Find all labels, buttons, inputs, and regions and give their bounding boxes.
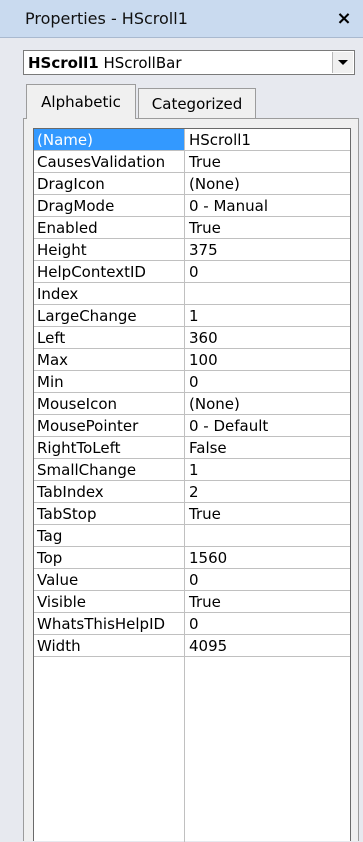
property-value[interactable]: 0 — [189, 571, 199, 589]
property-name: Top — [37, 549, 63, 567]
property-name: Visible — [37, 593, 86, 611]
property-name: Enabled — [37, 219, 98, 237]
property-name: CausesValidation — [37, 153, 166, 171]
property-name: TabIndex — [37, 483, 104, 501]
property-value[interactable]: True — [189, 219, 221, 237]
property-name: WhatsThisHelpID — [37, 615, 166, 633]
object-name: HScroll1 — [28, 54, 99, 72]
property-name: Value — [37, 571, 79, 589]
property-name: TabStop — [37, 505, 97, 523]
property-row[interactable]: SmallChange 1 — [34, 459, 350, 481]
property-row[interactable]: Top 1560 — [34, 547, 350, 569]
property-row[interactable]: Left 360 — [34, 327, 350, 349]
property-value[interactable]: 0 - Manual — [189, 197, 268, 215]
property-name: MouseIcon — [37, 395, 118, 413]
property-row[interactable]: (Name) HScroll1 — [34, 129, 350, 151]
property-value[interactable]: 0 — [189, 615, 199, 633]
title-bar: Properties - HScroll1 × — [0, 0, 363, 38]
property-name: Width — [37, 637, 81, 655]
object-type: HScrollBar — [103, 54, 182, 72]
property-row[interactable]: Value 0 — [34, 569, 350, 591]
property-row[interactable]: DragIcon (None) — [34, 173, 350, 195]
property-value[interactable]: 2 — [189, 483, 199, 501]
property-value[interactable]: 0 - Default — [189, 417, 268, 435]
property-value[interactable]: 1 — [189, 461, 199, 479]
property-name: DragMode — [37, 197, 115, 215]
property-grid: (Name) HScroll1 CausesValidation True DragIc… — [33, 128, 351, 842]
property-row[interactable]: DragMode 0 - Manual — [34, 195, 350, 217]
property-value[interactable]: 1 — [189, 307, 199, 325]
property-name: MousePointer — [37, 417, 139, 435]
property-value[interactable]: 4095 — [189, 637, 227, 655]
object-selector-dropdown[interactable]: HScroll1 HScrollBar — [23, 50, 355, 75]
property-value[interactable]: 360 — [189, 329, 218, 347]
property-row[interactable]: Width 4095 — [34, 635, 350, 657]
property-value[interactable]: HScroll1 — [189, 131, 251, 149]
property-row[interactable]: TabStop True — [34, 503, 350, 525]
property-row[interactable]: RightToLeft False — [34, 437, 350, 459]
property-row[interactable]: Max 100 — [34, 349, 350, 371]
property-name: Tag — [37, 527, 63, 545]
property-row[interactable]: Visible True — [34, 591, 350, 613]
property-row[interactable]: Min 0 — [34, 371, 350, 393]
property-name: Height — [37, 241, 87, 259]
property-row[interactable]: TabIndex 2 — [34, 481, 350, 503]
property-row[interactable]: MousePointer 0 - Default — [34, 415, 350, 437]
property-row[interactable]: Index — [34, 283, 350, 305]
property-name: DragIcon — [37, 175, 105, 193]
property-value[interactable]: 1560 — [189, 549, 227, 567]
property-value[interactable]: True — [189, 593, 221, 611]
property-value[interactable]: True — [189, 505, 221, 523]
property-name: SmallChange — [37, 461, 137, 479]
property-name: (Name) — [37, 131, 93, 149]
property-row[interactable]: Tag — [34, 525, 350, 547]
property-row[interactable]: LargeChange 1 — [34, 305, 350, 327]
property-row[interactable]: Height 375 — [34, 239, 350, 261]
property-value[interactable]: 375 — [189, 241, 218, 259]
property-row[interactable]: MouseIcon (None) — [34, 393, 350, 415]
property-value[interactable]: 0 — [189, 373, 199, 391]
property-row[interactable]: CausesValidation True — [34, 151, 350, 173]
property-name: RightToLeft — [37, 439, 121, 457]
property-name: HelpContextID — [37, 263, 146, 281]
property-name: Min — [37, 373, 64, 391]
close-icon[interactable]: × — [333, 7, 355, 29]
property-value[interactable]: (None) — [189, 395, 240, 413]
tab-alphabetic[interactable]: Alphabetic — [26, 84, 136, 119]
object-selector-text: HScroll1 HScrollBar — [28, 54, 182, 72]
property-value[interactable]: True — [189, 153, 221, 171]
property-row[interactable]: Enabled True — [34, 217, 350, 239]
property-name: Max — [37, 351, 69, 369]
property-value[interactable]: 100 — [189, 351, 218, 369]
property-name: Index — [37, 285, 79, 303]
property-value[interactable]: 0 — [189, 263, 199, 281]
column-divider[interactable] — [184, 129, 185, 842]
chevron-down-icon[interactable] — [332, 52, 353, 73]
window-title: Properties - HScroll1 — [25, 9, 188, 28]
property-row[interactable]: WhatsThisHelpID 0 — [34, 613, 350, 635]
property-row[interactable]: HelpContextID 0 — [34, 261, 350, 283]
property-value[interactable]: (None) — [189, 175, 240, 193]
property-value[interactable]: False — [189, 439, 227, 457]
property-name: LargeChange — [37, 307, 137, 325]
property-name: Left — [37, 329, 66, 347]
tab-categorized[interactable]: Categorized — [138, 88, 256, 119]
